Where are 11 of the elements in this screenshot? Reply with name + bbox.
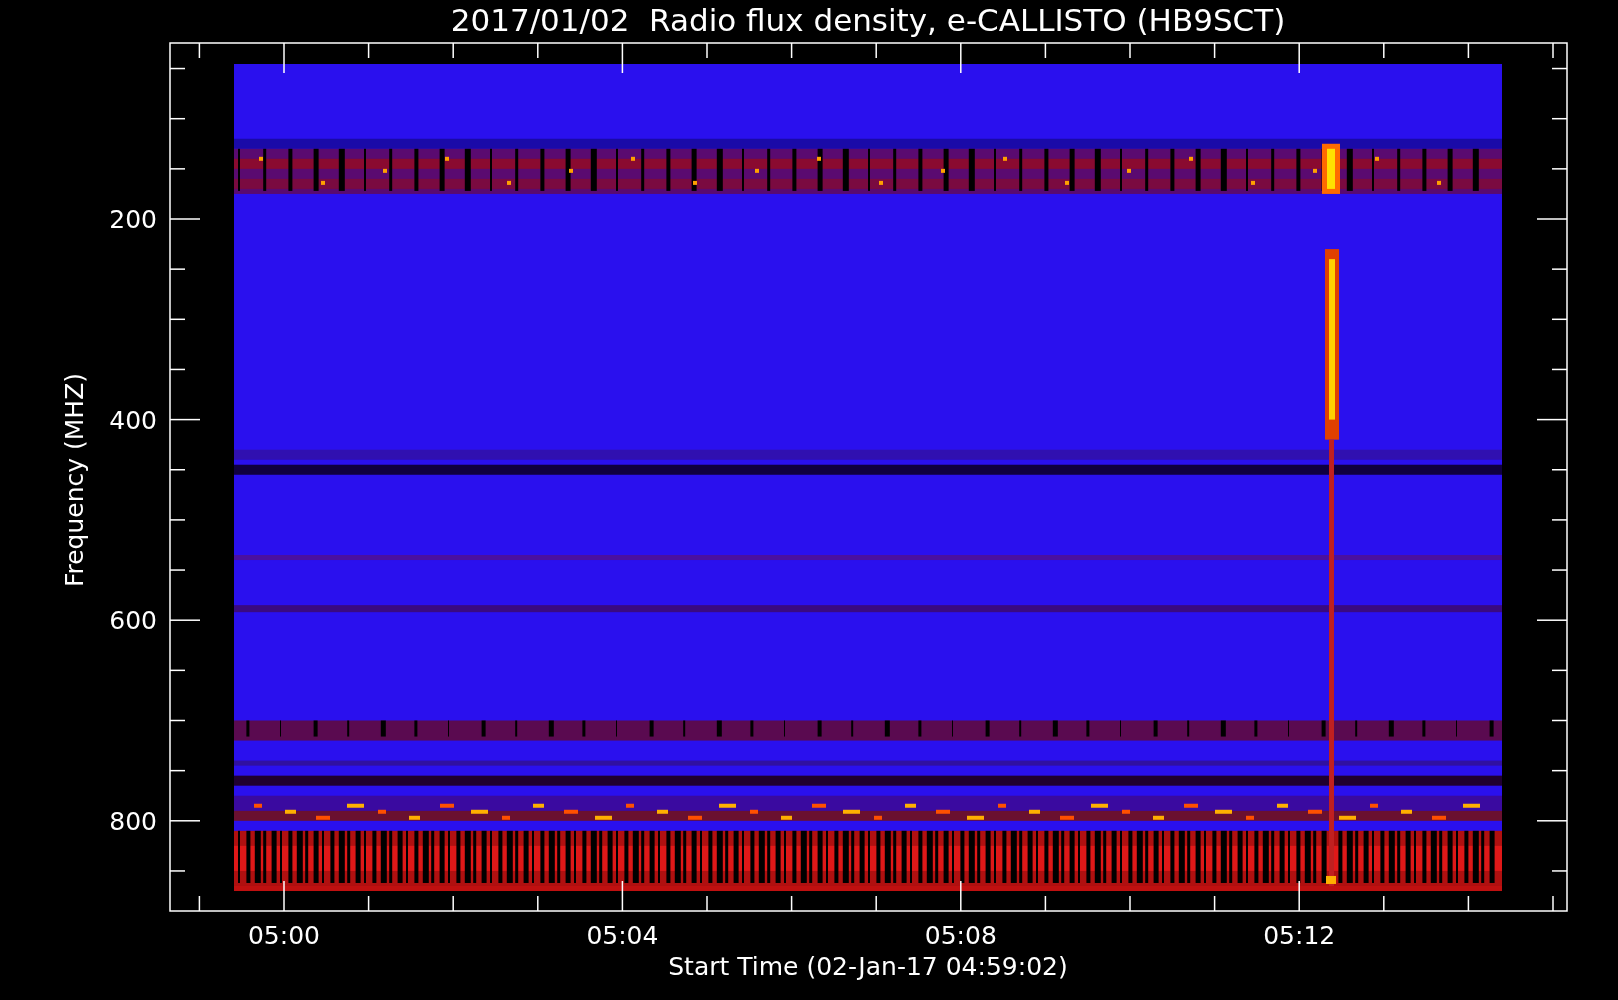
x-tick-label: 05:12 bbox=[1263, 921, 1336, 950]
plot-title: 2017/01/02 Radio flux density, e-CALLISTO (HB9SCT) bbox=[450, 2, 1286, 38]
y-tick-label: 200 bbox=[109, 205, 157, 234]
x-tick-label: 05:04 bbox=[586, 921, 659, 950]
x-tick-label: 05:00 bbox=[248, 921, 320, 950]
y-tick-label: 400 bbox=[109, 405, 157, 435]
x-axis-label: Start Time (02-Jan-17 04:59:02) bbox=[668, 952, 1068, 981]
y-tick-label: 600 bbox=[109, 606, 157, 636]
y-tick-label: 800 bbox=[109, 806, 157, 836]
x-tick-label: 05:08 bbox=[924, 921, 997, 950]
y-axis-label: Frequency (MHZ) bbox=[60, 372, 89, 588]
